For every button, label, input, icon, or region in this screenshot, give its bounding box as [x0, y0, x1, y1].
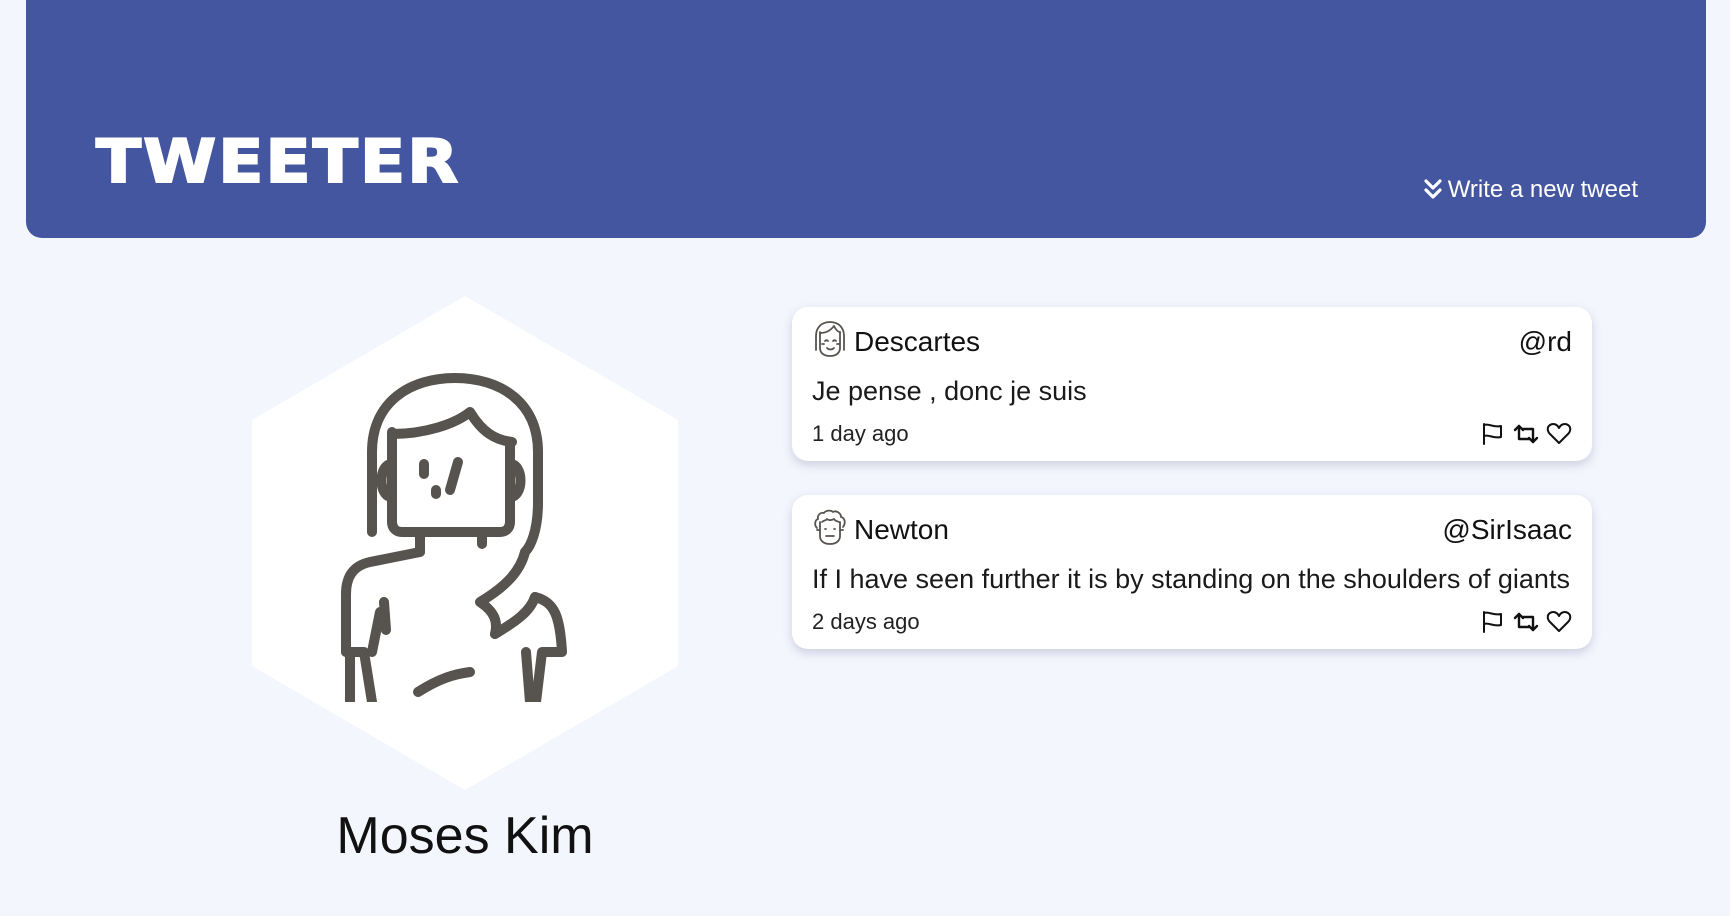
- brand-logo[interactable]: TWEETER: [95, 131, 460, 193]
- flag-icon[interactable]: [1480, 421, 1506, 447]
- profile-name: Moses Kim: [336, 807, 594, 865]
- write-tweet-label: Write a new tweet: [1447, 176, 1638, 203]
- retweet-icon[interactable]: [1512, 609, 1540, 635]
- retweet-icon[interactable]: [1512, 421, 1540, 447]
- tweet-author-name[interactable]: Descartes: [854, 326, 980, 358]
- tweet-feed: Descartes @rd Je pense , donc je suis 1 …: [792, 307, 1592, 683]
- girl-face-icon: [812, 320, 848, 365]
- profile-avatar-frame: [230, 292, 700, 794]
- site-header: TWEETER Write a new tweet: [26, 0, 1706, 238]
- tweet-handle[interactable]: @SirIsaac: [1442, 514, 1572, 546]
- flag-icon[interactable]: [1480, 609, 1506, 635]
- tweet-timestamp: 1 day ago: [812, 421, 909, 446]
- woman-avatar-icon: [330, 372, 580, 707]
- double-chevron-down-icon: [1424, 179, 1442, 201]
- tweet-text: Je pense , donc je suis: [812, 376, 1087, 406]
- tweet-actions: [1480, 421, 1572, 447]
- user-profile: Moses Kim: [230, 292, 700, 866]
- tweet-actions: [1480, 609, 1572, 635]
- heart-icon[interactable]: [1546, 421, 1572, 447]
- tweet-timestamp: 2 days ago: [812, 609, 920, 634]
- tweet-author-name[interactable]: Newton: [854, 514, 949, 546]
- heart-icon[interactable]: [1546, 609, 1572, 635]
- curly-hair-face-icon: [812, 508, 848, 553]
- tweet-text: If I have seen further it is by standing…: [812, 564, 1570, 594]
- tweet-handle[interactable]: @rd: [1519, 326, 1572, 358]
- tweet-card: Descartes @rd Je pense , donc je suis 1 …: [792, 307, 1592, 461]
- write-tweet-button[interactable]: Write a new tweet: [1424, 176, 1638, 204]
- tweet-card: Newton @SirIsaac If I have seen further …: [792, 495, 1592, 649]
